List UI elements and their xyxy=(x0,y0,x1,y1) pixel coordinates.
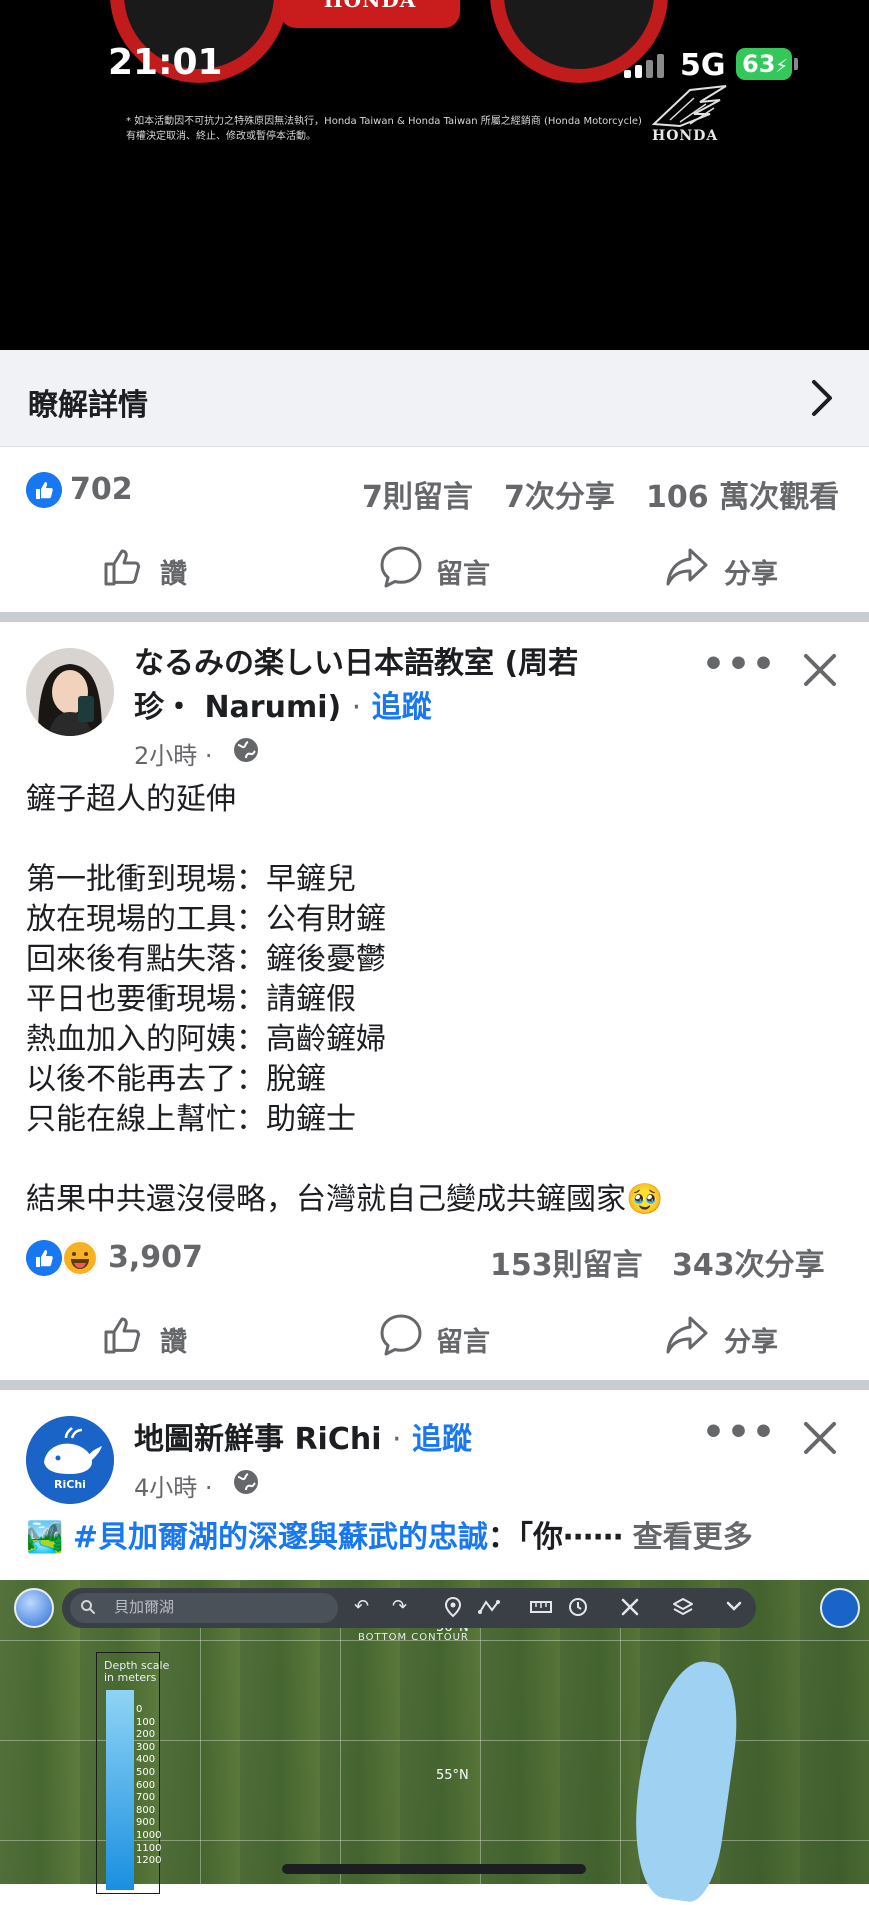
author-name-line2: 珍・ Narumi) xyxy=(134,690,342,725)
post1-follow-link[interactable]: 追蹤 xyxy=(372,690,432,725)
post1-comment-button[interactable]: 留言 xyxy=(374,1312,534,1362)
ad-view-count: 106 萬次觀看 xyxy=(646,480,840,515)
post1-share-button[interactable]: 分享 xyxy=(664,1312,824,1362)
chevron-down-icon[interactable] xyxy=(726,1600,742,1612)
globe-icon xyxy=(234,738,258,762)
post1-like-button[interactable]: 讚 xyxy=(96,1312,256,1362)
comment-bubble-icon xyxy=(380,1314,422,1356)
like-reaction-icon xyxy=(26,1240,62,1276)
thumbs-up-icon xyxy=(104,549,141,586)
chevron-right-icon xyxy=(812,380,832,416)
avatar-photo xyxy=(26,648,114,736)
more-options-icon[interactable]: ••• xyxy=(702,1412,777,1453)
haha-reaction-icon xyxy=(62,1240,98,1276)
motorcycle-fairing: HONDA xyxy=(280,0,460,28)
author-avatar[interactable] xyxy=(26,648,114,736)
search-icon xyxy=(81,1600,95,1614)
home-indicator[interactable] xyxy=(282,1864,586,1874)
layers-icon[interactable] xyxy=(672,1596,694,1618)
see-more-link[interactable]: 查看更多 xyxy=(633,1520,753,1555)
undo-icon[interactable]: ↶ xyxy=(354,1596,369,1617)
location-pin-icon[interactable] xyxy=(444,1596,462,1618)
post2-author-name[interactable]: 地圖新鮮事 RiChi · 追蹤 xyxy=(134,1418,472,1462)
share-label: 分享 xyxy=(724,559,778,590)
post1-time[interactable]: 2小時 xyxy=(134,742,197,770)
charging-bolt-icon: ⚡ xyxy=(775,56,789,77)
comment-label: 留言 xyxy=(436,559,490,590)
author-name-line1: なるみの楽しい日本語教室 (周若 xyxy=(134,646,579,681)
learn-more-label: 瞭解詳情 xyxy=(28,388,148,423)
thumbs-up-icon xyxy=(104,1317,141,1354)
map-grid-line xyxy=(200,1628,201,1884)
ad-disclaimer: * 如本活動因不可抗力之特殊原因無法執行，Honda Taiwan & Hond… xyxy=(126,116,642,142)
globe-icon xyxy=(234,1470,258,1494)
map-grid-line xyxy=(480,1628,481,1884)
history-icon[interactable] xyxy=(568,1597,588,1617)
close-icon[interactable] xyxy=(802,1420,838,1456)
like-reaction-icon xyxy=(26,472,62,508)
post1-meta: 2小時 · xyxy=(134,736,213,771)
share-arrow-icon xyxy=(666,1316,708,1354)
comment-label: 留言 xyxy=(436,1327,490,1358)
post1-comment-count[interactable]: 153則留言 xyxy=(490,1240,643,1284)
depth-scale-bar xyxy=(106,1690,134,1890)
post2-meta: 4小時 · xyxy=(134,1468,213,1503)
follow-separator: · xyxy=(351,690,362,725)
feed-divider xyxy=(0,1380,869,1390)
share-label: 分享 xyxy=(724,1327,778,1358)
follow-separator: · xyxy=(391,1422,402,1457)
ruler-icon[interactable] xyxy=(530,1600,552,1614)
ad-comment-count[interactable]: 7則留言 xyxy=(362,472,473,516)
author-name: 地圖新鮮事 RiChi xyxy=(134,1422,382,1457)
status-time: 21:01 xyxy=(108,42,223,83)
depth-scale-title: Depth scale in meters xyxy=(104,1659,170,1684)
richi-watermark-logo xyxy=(820,1588,860,1628)
post1-share-count[interactable]: 343次分享 xyxy=(672,1240,825,1284)
post2-preview-text: ：「你⋯⋯ xyxy=(488,1520,624,1555)
bottom-contour-label: BOTTOM CONTOUR xyxy=(358,1632,469,1643)
landscape-emoji: 🏞️ xyxy=(26,1520,64,1555)
latitude-55-label: 55°N xyxy=(436,1768,469,1783)
ad-comment-button[interactable]: 留言 xyxy=(374,544,534,594)
post2-follow-link[interactable]: 追蹤 xyxy=(412,1422,472,1457)
feed-divider xyxy=(0,612,869,622)
close-icon[interactable] xyxy=(802,652,838,688)
tools-icon[interactable] xyxy=(620,1597,640,1617)
map-grid-line xyxy=(340,1628,341,1884)
redo-icon[interactable]: ↷ xyxy=(392,1596,407,1617)
post1-reaction-count[interactable]: 3,907 xyxy=(108,1240,203,1275)
map-grid-line xyxy=(620,1628,621,1884)
ad-share-button[interactable]: 分享 xyxy=(664,544,824,594)
honda-brand-text: HONDA xyxy=(652,128,719,144)
signal-icon xyxy=(624,54,668,78)
more-options-icon[interactable]: ••• xyxy=(702,644,777,685)
path-icon[interactable] xyxy=(478,1598,502,1616)
honda-wing-logo xyxy=(651,85,727,128)
battery-tip xyxy=(794,58,798,70)
post1-author-name[interactable]: なるみの楽しい日本語教室 (周若 珍・ Narumi) · 追蹤 xyxy=(134,642,654,730)
post2-preview: 🏞️ #貝加爾湖的深邃與蘇武的忠誠：「你⋯⋯ 查看更多 xyxy=(26,1518,866,1558)
like-label: 讚 xyxy=(160,559,187,590)
ad-like-count[interactable]: 702 xyxy=(70,472,133,507)
map-globe-button[interactable] xyxy=(14,1588,54,1628)
meta-separator: · xyxy=(204,1474,213,1502)
map-search-query: 貝加爾湖 xyxy=(114,1598,175,1616)
map-search-input[interactable] xyxy=(70,1593,338,1623)
share-arrow-icon xyxy=(666,548,708,586)
network-label: 5G xyxy=(680,48,726,83)
battery-level: 63 xyxy=(742,50,776,78)
ad-share-count[interactable]: 7次分享 xyxy=(504,472,615,516)
post2-time[interactable]: 4小時 xyxy=(134,1474,197,1502)
ad-like-button[interactable]: 讚 xyxy=(96,544,256,594)
author-avatar[interactable]: RiChi xyxy=(26,1416,114,1504)
avatar-label: RiChi xyxy=(54,1478,86,1491)
post2-hashtag-link[interactable]: #貝加爾湖的深邃與蘇武的忠誠 xyxy=(73,1520,488,1555)
depth-scale-labels: 0 100 200 300 400 500 600 700 800 900 10… xyxy=(136,1704,162,1867)
battery-icon: 63⚡ xyxy=(736,48,792,80)
like-label: 讚 xyxy=(160,1327,187,1358)
meta-separator: · xyxy=(204,742,213,770)
post1-body: 鏟子超人的延伸 第一批衝到現場：早鏟兒 放在現場的工具：公有財鏟 回來後有點失落… xyxy=(26,782,664,1217)
comment-bubble-icon xyxy=(380,546,422,588)
